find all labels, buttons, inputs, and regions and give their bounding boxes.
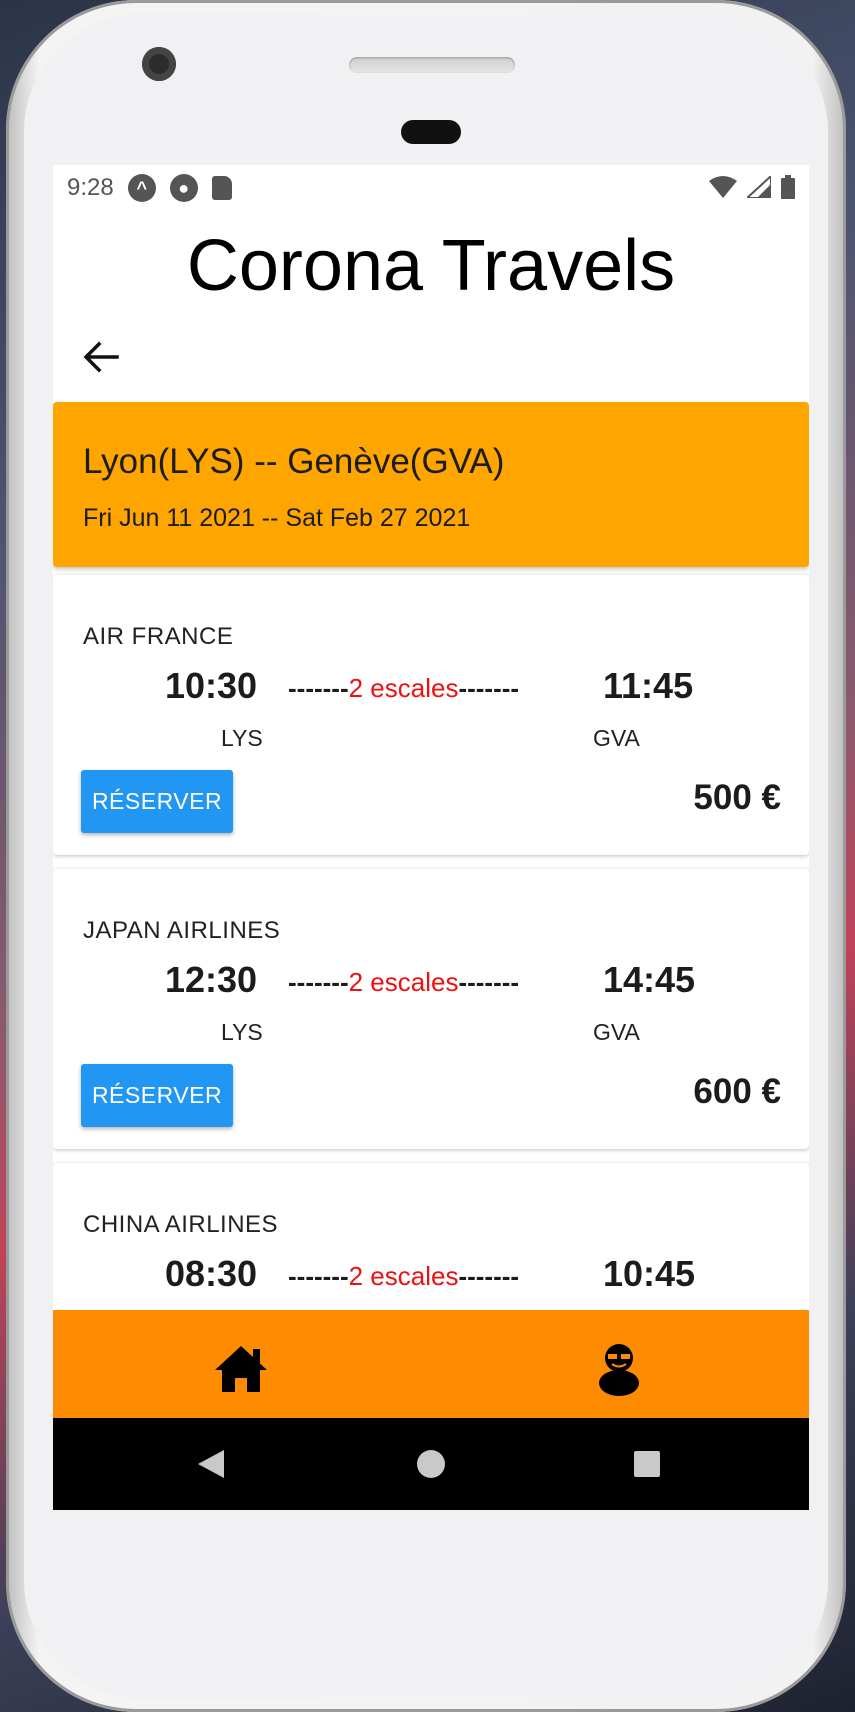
departure-time: 08:30 — [165, 1253, 258, 1294]
stops-line: -------2 escales------- — [288, 1261, 519, 1292]
stops-line: -------2 escales------- — [288, 673, 519, 704]
front-camera — [142, 47, 176, 81]
system-recents-icon[interactable] — [634, 1451, 660, 1477]
airline-name: CHINA AIRLINES — [83, 1211, 279, 1238]
signal-icon — [747, 176, 771, 198]
arrival-time: 14:45 — [603, 959, 696, 1000]
status-time: 9:28 — [67, 174, 114, 201]
wifi-icon — [709, 176, 737, 198]
status-bar: 9:28 ^ ● — [53, 165, 809, 211]
app-notification-icon: ^ — [127, 174, 156, 202]
flight-price: 500 € — [693, 778, 781, 817]
book-button[interactable]: RÉSERVER — [81, 770, 233, 833]
arrival-code: GVA — [593, 725, 640, 751]
stops-count: 2 escales — [348, 673, 459, 703]
departure-time: 10:30 — [165, 665, 258, 706]
stops-count: 2 escales — [348, 967, 459, 997]
stops-dash-right: ------- — [458, 1261, 520, 1291]
arrival-time: 10:45 — [603, 1253, 696, 1294]
app-title: Corona Travels — [186, 226, 676, 306]
departure-code: LYS — [221, 1019, 263, 1045]
home-icon[interactable] — [213, 1344, 269, 1394]
stops-dash-right: ------- — [458, 673, 520, 703]
flight-price: 600 € — [693, 1072, 781, 1111]
sd-card-icon — [211, 176, 232, 200]
stops-line: -------2 escales------- — [288, 967, 519, 998]
departure-time: 12:30 — [165, 959, 258, 1000]
stops-dash-left: ------- — [288, 673, 349, 703]
route-title: Lyon(LYS) -- Genève(GVA) — [83, 442, 505, 481]
airline-name: JAPAN AIRLINES — [83, 917, 281, 944]
arrival-time: 11:45 — [603, 665, 694, 706]
stops-dash-right: ------- — [458, 967, 520, 997]
phone-frame: 9:28 ^ ● Corona Travels Lyon(LYS) -- Gen… — [6, 0, 846, 1712]
notification-icon: ● — [169, 174, 198, 202]
proximity-sensor — [401, 120, 461, 144]
system-back-icon[interactable] — [198, 1450, 224, 1478]
route-header-card: Lyon(LYS) -- Genève(GVA) Fri Jun 11 2021… — [53, 402, 809, 567]
battery-icon — [781, 175, 795, 199]
system-navigation-bar — [53, 1418, 809, 1510]
earpiece-speaker — [349, 57, 515, 73]
arrow-left-icon[interactable] — [77, 333, 125, 381]
airline-name: AIR FRANCE — [83, 623, 234, 650]
stops-dash-left: ------- — [288, 1261, 349, 1291]
flight-card: AIR FRANCE 10:30 -------2 escales-------… — [53, 575, 809, 855]
book-button[interactable]: RÉSERVER — [81, 1064, 233, 1127]
system-home-icon[interactable] — [417, 1450, 445, 1478]
bottom-navigation — [53, 1310, 809, 1418]
departure-code: LYS — [221, 725, 263, 751]
route-dates: Fri Jun 11 2021 -- Sat Feb 27 2021 — [83, 504, 471, 532]
app-screen: 9:28 ^ ● Corona Travels Lyon(LYS) -- Gen… — [53, 165, 809, 1510]
stops-dash-left: ------- — [288, 967, 349, 997]
arrival-code: GVA — [593, 1019, 640, 1045]
flight-card: JAPAN AIRLINES 12:30 -------2 escales---… — [53, 869, 809, 1149]
profile-avatar-icon[interactable] — [597, 1338, 641, 1396]
stops-count: 2 escales — [348, 1261, 459, 1291]
